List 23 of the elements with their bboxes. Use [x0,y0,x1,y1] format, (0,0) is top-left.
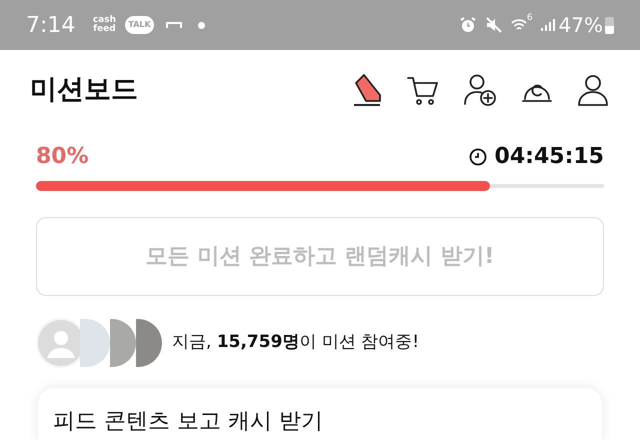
page-title: 미션보드 [30,72,139,107]
mute-icon [484,16,503,34]
clock-time: 7:14 [26,12,76,40]
card-title: 피드 콘텐츠 보고 캐시 받기 [53,409,323,434]
talk-notification: TALK [125,16,154,34]
network-label: 6 [526,12,533,25]
battery-icon [605,16,614,34]
clock-icon [468,148,487,166]
profile-icon[interactable] [576,73,610,107]
cash-feed-notification: cash feed [92,16,117,34]
countdown-timer: 04:45:15 [494,146,604,168]
participants-text: 지금, 15,759명이 미션 참여중! [172,331,420,354]
avatar-photo [110,319,136,367]
tablet-icon [166,21,182,29]
wifi-icon [510,18,527,32]
add-user-icon[interactable] [462,73,498,107]
avatar-photo [136,319,162,367]
signal-icon [540,18,555,32]
dot-icon [198,22,205,28]
progress-percent: 80% [36,146,89,168]
alarm-icon [458,16,477,34]
battery-percent: 47% [558,12,603,39]
avatar-photo [80,319,110,367]
